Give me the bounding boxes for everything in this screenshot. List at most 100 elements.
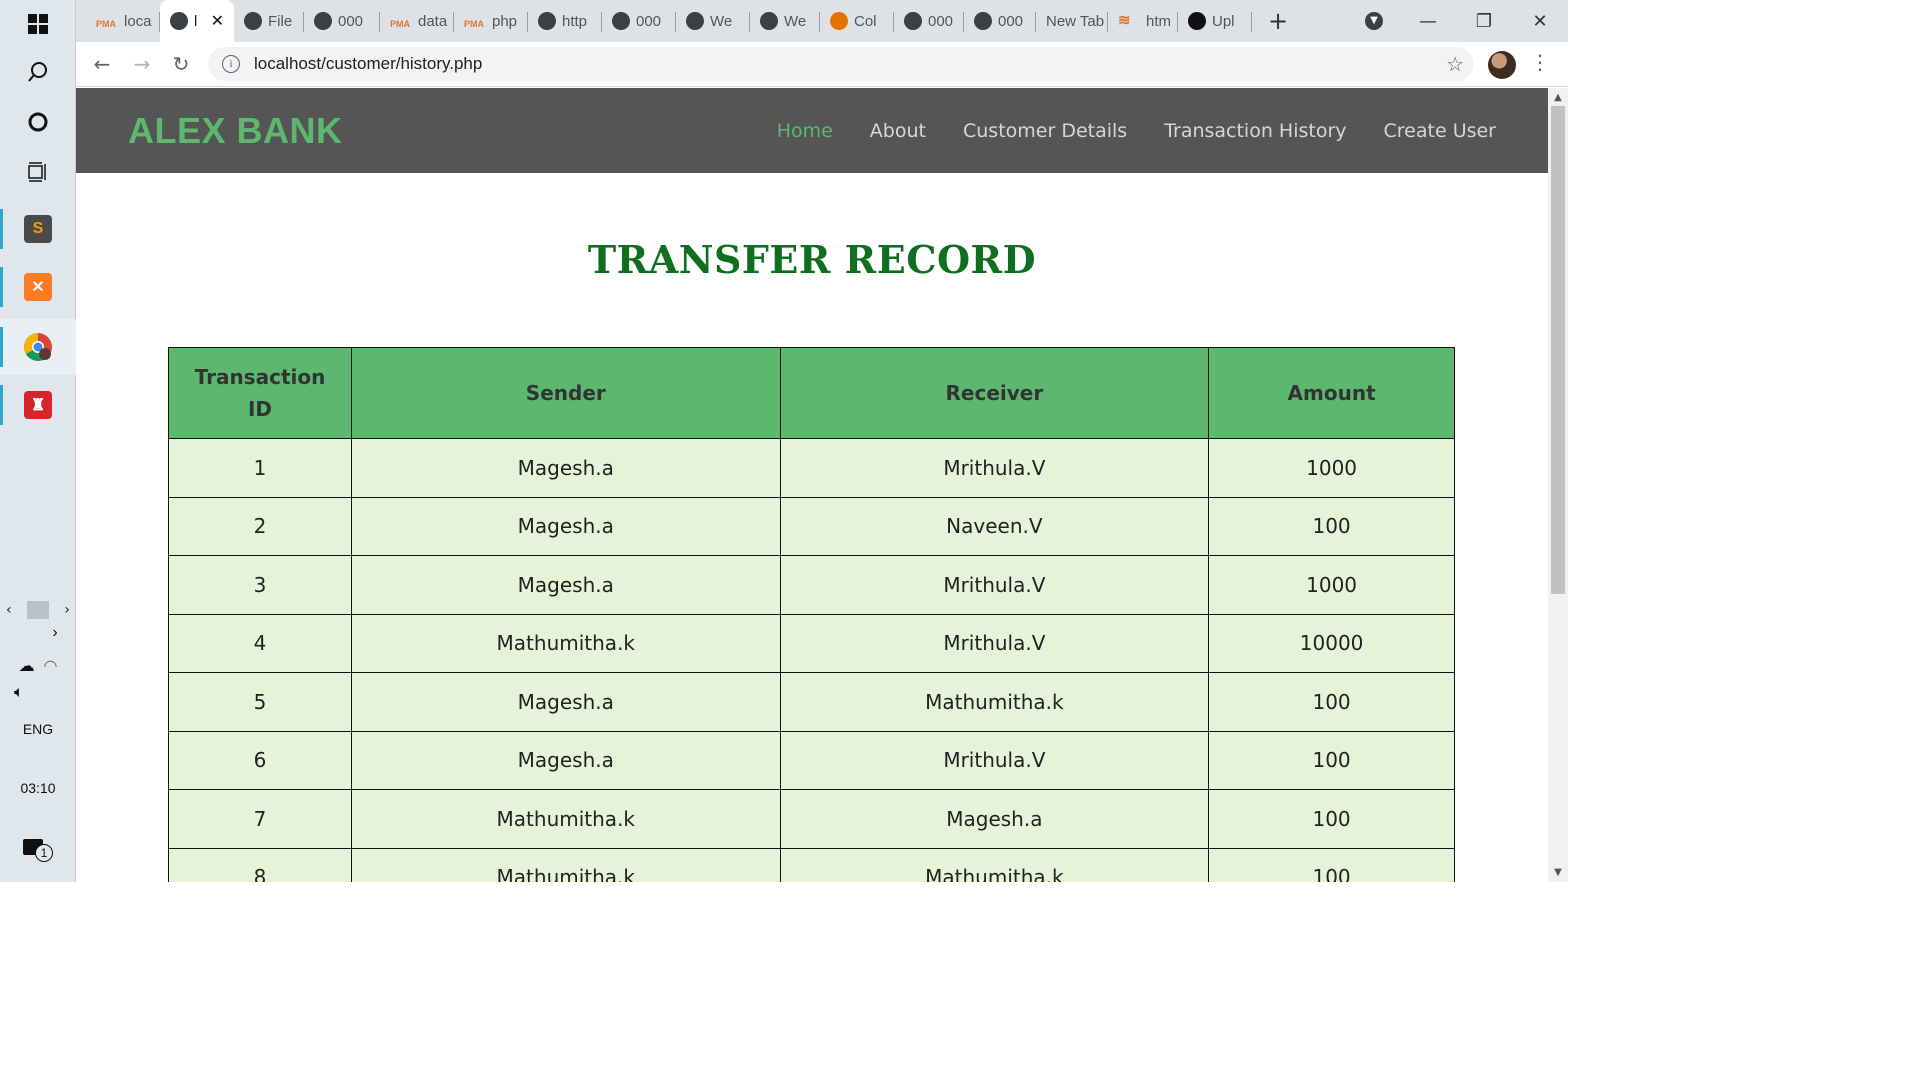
transfer-records-table: Transaction ID Sender Receiver Amount 1 Mage… [168,347,1455,882]
browser-tab[interactable]: PMA data [380,8,454,34]
bookmark-star-icon[interactable]: ☆ [1446,52,1464,76]
nav-link-transaction-history[interactable]: Transaction History [1164,120,1346,142]
start-button[interactable] [0,0,76,48]
address-bar[interactable]: i localhost/customer/history.php ☆ [208,47,1474,81]
browser-tab[interactable]: Col [820,8,894,34]
xampp-app[interactable]: ✕ [0,259,76,315]
table-cell: 1000 [1208,438,1455,498]
chrome-app[interactable] [0,319,76,375]
close-tab-icon[interactable]: ✕ [211,11,224,31]
restore-button[interactable]: ❐ [1456,0,1512,42]
profile-avatar[interactable] [1488,51,1516,79]
restore-icon: ❐ [1475,10,1493,32]
chevron-left-icon[interactable]: ‹ [6,602,12,618]
windows-logo-icon [28,14,48,34]
nav-link-home[interactable]: Home [777,120,833,142]
browser-tab[interactable]: Upl [1178,8,1252,34]
tray-scroller[interactable]: ‹ › [0,598,76,622]
table-cell: 4 [168,613,352,673]
browser-tab[interactable]: File [234,8,304,34]
nav-link-about[interactable]: About [870,120,926,142]
table-cell: Mrithula.V [779,613,1210,673]
tab-label: loca [124,12,152,30]
scroll-down-arrow-icon[interactable]: ▼ [1548,867,1568,878]
volume-icon[interactable]: 🔈︎ [0,684,76,702]
tab-label: File [268,12,293,30]
xampp-icon: ✕ [24,273,52,301]
browser-tab[interactable]: 000 [894,8,964,34]
back-button[interactable]: ← [86,48,118,80]
browser-tab[interactable]: PMA loca [86,8,160,34]
table-row: 7 Mathumitha.k Magesh.a 100 [168,789,1455,849]
table-row: 1 Magesh.a Mrithula.V 1000 [168,438,1455,498]
browser-tab[interactable]: PMA php [454,8,528,34]
browser-tab[interactable]: We [676,8,750,34]
table-cell: Mrithula.V [779,730,1210,790]
tab-label: l [194,12,198,30]
site-info-icon[interactable]: i [222,55,240,73]
table-cell: 100 [1208,672,1455,732]
action-center-button[interactable]: 1 [0,832,76,862]
table-header-row: Transaction ID Sender Receiver Amount [168,347,1455,439]
table-cell: 2 [168,496,352,556]
task-view-button[interactable] [0,148,76,196]
scrollbar-thumb[interactable] [1551,106,1565,594]
forward-button[interactable]: → [126,48,158,80]
brand-logo[interactable]: ALEX BANK [128,110,343,152]
scroll-up-arrow-icon[interactable]: ▲ [1548,92,1568,103]
table-cell: 1 [168,438,352,498]
language-indicator[interactable]: ENG [0,721,76,737]
tab-label: Upl [1212,12,1235,30]
minimize-button[interactable]: — [1400,0,1456,42]
close-icon: ✕ [1532,10,1548,32]
globe-icon [244,12,262,30]
table-row: 5 Magesh.a Mathumitha.k 100 [168,672,1455,732]
table-cell: 100 [1208,789,1455,849]
table-cell: 8 [168,847,352,882]
sublime-icon: S [24,215,52,243]
browser-tab[interactable]: ≋ htm [1108,8,1178,34]
browser-tab[interactable]: We [750,8,820,34]
table-cell: 100 [1208,730,1455,790]
onedrive-icon[interactable]: ☁ [19,658,35,675]
page-scrollbar[interactable]: ▲ ▼ [1548,88,1568,882]
github-icon [1188,12,1206,30]
globe-icon [904,12,922,30]
table-cell: Mrithula.V [779,438,1210,498]
browser-tab[interactable]: 000 [964,8,1036,34]
url-text[interactable]: localhost/customer/history.php [254,54,482,74]
cortana-button[interactable] [0,98,76,146]
show-hidden-icons-chevron-icon[interactable]: › [0,624,76,642]
task-view-icon [28,162,46,182]
phpmyadmin-icon: PMA [390,19,410,29]
close-window-button[interactable]: ✕ [1512,0,1568,42]
browser-tab[interactable]: 000 [304,8,380,34]
reload-button[interactable]: ↻ [165,48,197,80]
filezilla-app[interactable]: ♜ [0,377,76,433]
tray-scroll-thumb[interactable] [27,601,49,619]
tab-label: 000 [928,12,954,30]
globe-icon [538,12,556,30]
nav-link-customer-details[interactable]: Customer Details [963,120,1127,142]
table-cell: Mathumitha.k [779,847,1210,882]
table-cell: 100 [1208,847,1455,882]
sublime-text-app[interactable]: S [0,201,76,257]
tab-label: We [784,12,807,30]
wifi-icon[interactable]: ◠ [43,658,57,675]
arrow-left-icon: ← [93,52,111,76]
globe-icon [612,12,630,30]
chevron-right-icon[interactable]: › [64,602,70,618]
browser-tab[interactable]: New Tab [1036,8,1108,34]
browser-tab[interactable]: l ✕ [160,0,234,42]
new-tab-icon[interactable]: + [1250,0,1306,42]
browser-tab[interactable]: http [528,8,602,34]
stackoverflow-icon: ≋ [1118,12,1131,29]
column-header: Sender [350,347,781,439]
clock[interactable]: 03:10 [0,780,76,796]
nav-link-create-user[interactable]: Create User [1384,120,1496,142]
chrome-menu-icon[interactable]: ⋮ [1530,50,1550,78]
browser-tab[interactable]: 000 [602,8,676,34]
table-cell: Magesh.a [350,438,781,498]
tab-search-button[interactable]: ▼ [1346,0,1402,42]
search-button[interactable] [0,48,76,96]
